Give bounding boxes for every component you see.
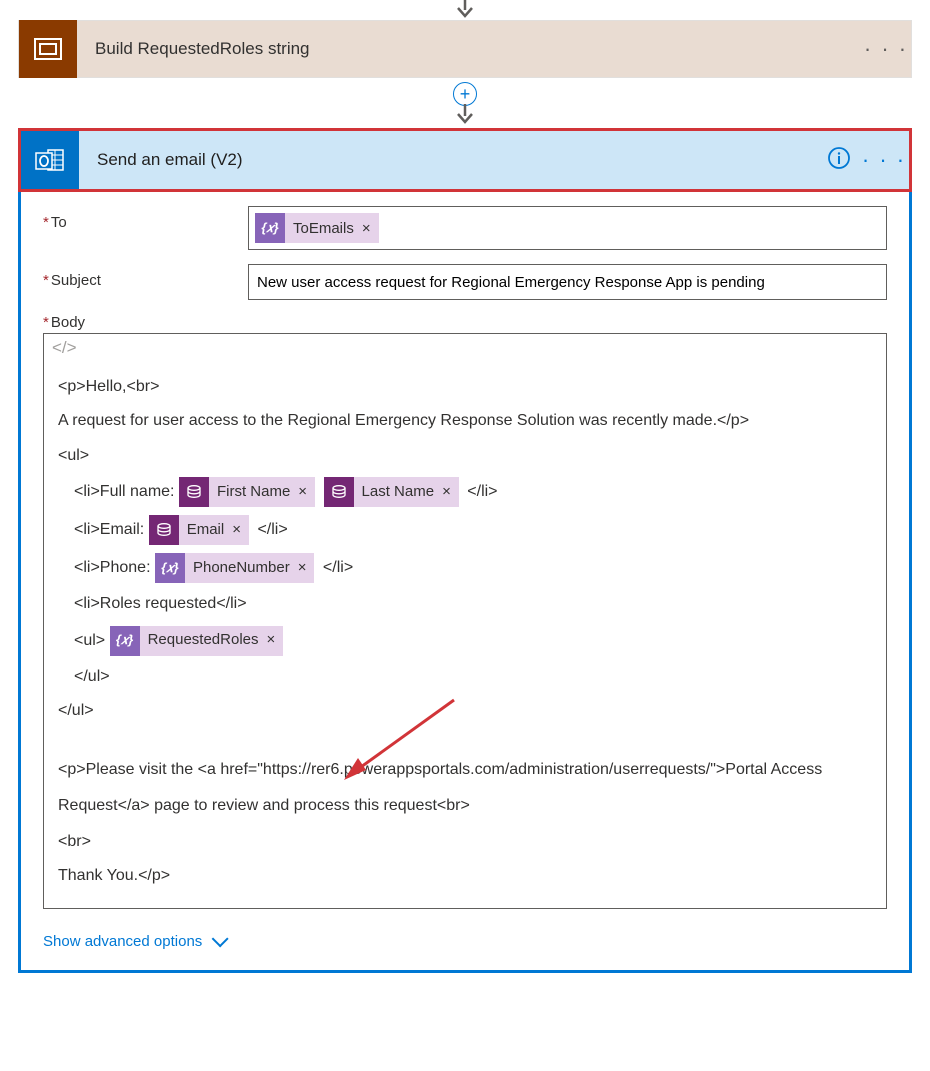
body-line: <li>Roles requested</li> — [58, 589, 872, 619]
token-label: Last Name — [362, 478, 435, 507]
token-label: Email — [187, 516, 225, 545]
body-line: <ul> — [58, 441, 872, 471]
body-label: *Body — [43, 314, 887, 331]
token-label: PhoneNumber — [193, 554, 290, 583]
connector-arrow-top — [0, 0, 930, 20]
info-icon[interactable] — [819, 146, 859, 174]
expression-icon: {𝑥} — [110, 626, 140, 656]
body-line: Thank You.</p> — [58, 861, 872, 891]
dataverse-icon — [324, 477, 354, 507]
token-requestedroles[interactable]: {𝑥} RequestedRoles × — [110, 626, 284, 656]
body-line-email: <li>Email: Email × </li> — [58, 513, 872, 547]
connector: + — [0, 78, 930, 128]
to-label: *To — [43, 206, 248, 231]
token-remove-button[interactable]: × — [442, 478, 451, 507]
expression-icon: {𝑥} — [155, 553, 185, 583]
action-title: Build RequestedRoles string — [77, 39, 861, 59]
action-menu-button[interactable]: · · · — [859, 147, 909, 173]
action-card-build-string[interactable]: Build RequestedRoles string · · · — [18, 20, 912, 78]
token-firstname[interactable]: First Name × — [179, 477, 315, 507]
to-input[interactable]: {𝑥} ToEmails × — [248, 206, 887, 250]
token-remove-button[interactable]: × — [298, 478, 307, 507]
subject-text-input[interactable] — [255, 270, 880, 295]
body-line: A request for user access to the Regiona… — [58, 406, 872, 436]
token-email[interactable]: Email × — [149, 515, 249, 545]
body-line: <br> — [58, 827, 872, 857]
token-phone[interactable]: {𝑥} PhoneNumber × — [155, 553, 315, 583]
token-label: RequestedRoles — [148, 626, 259, 655]
dataverse-icon — [179, 477, 209, 507]
add-step-button[interactable]: + — [453, 82, 477, 106]
body-line-fullname: <li>Full name: First Name × Last Name × … — [58, 475, 872, 509]
action-body: *To {𝑥} ToEmails × *Subject — [21, 192, 909, 970]
dataverse-icon — [149, 515, 179, 545]
body-line: </ul> — [58, 662, 872, 692]
body-line: <p>Please visit the <a href="https://rer… — [58, 752, 872, 822]
token-label: First Name — [217, 478, 290, 507]
subject-input[interactable] — [248, 264, 887, 300]
token-remove-button[interactable]: × — [362, 220, 371, 237]
body-editor[interactable]: </> <p>Hello,<br> A request for user acc… — [43, 333, 887, 909]
action-card-send-email[interactable]: Send an email (V2) · · · — [21, 131, 909, 189]
code-view-toggle[interactable]: </> — [44, 334, 886, 362]
action-title: Send an email (V2) — [79, 150, 819, 170]
body-line: </ul> — [58, 696, 872, 726]
outlook-icon — [21, 131, 79, 189]
body-line-roles: <ul> {𝑥} RequestedRoles × — [58, 624, 872, 658]
show-advanced-options[interactable]: Show advanced options — [43, 933, 224, 950]
token-remove-button[interactable]: × — [298, 554, 307, 583]
compose-icon — [19, 20, 77, 78]
token-remove-button[interactable]: × — [267, 626, 276, 655]
body-content[interactable]: <p>Hello,<br> A request for user access … — [44, 362, 886, 908]
action-menu-button[interactable]: · · · — [861, 36, 911, 62]
token-toemails[interactable]: {𝑥} ToEmails × — [255, 213, 379, 243]
body-line-phone: <li>Phone: {𝑥} PhoneNumber × </li> — [58, 551, 872, 585]
body-line: <p>Hello,<br> — [58, 372, 872, 402]
token-remove-button[interactable]: × — [232, 516, 241, 545]
subject-label: *Subject — [43, 264, 248, 289]
chevron-down-icon — [212, 930, 229, 947]
token-lastname[interactable]: Last Name × — [324, 477, 459, 507]
token-label: ToEmails — [293, 220, 354, 237]
expression-icon: {𝑥} — [255, 213, 285, 243]
